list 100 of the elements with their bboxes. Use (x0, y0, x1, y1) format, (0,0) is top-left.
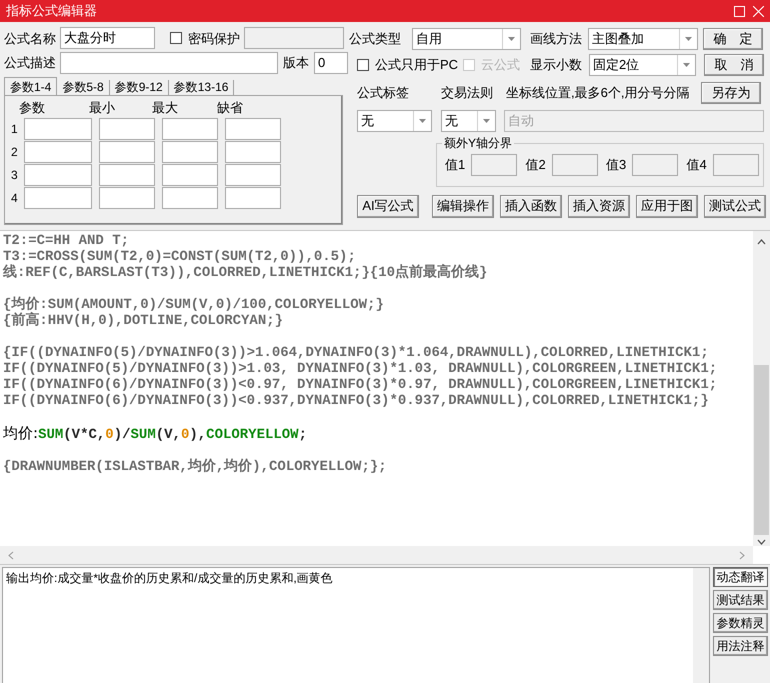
input-field[interactable] (632, 154, 678, 176)
scroll-right-icon[interactable] (739, 550, 745, 560)
code-line: 线:REF(C,BARSLAST(T3)),COLORRED,LINETHICK1;}{10点前最高价线} (3, 265, 488, 281)
field-label: 值2 (526, 156, 546, 174)
dropdown[interactable]: 无 (441, 110, 496, 132)
code-line: {均价:SUM(AMOUNT,0)/SUM(V,0)/100,COLORYELLOW;} (3, 297, 385, 313)
row-number: 3 (11, 167, 17, 184)
window-title: 指标公式编辑器 (6, 2, 98, 20)
input-field[interactable] (24, 118, 92, 140)
code-line: 均价:SUM(V*C,0)/SUM(V,0),COLORYELLOW; (3, 425, 308, 443)
code-line: IF((DYNAINFO(6)/DYNAINFO(3))<0.937,DYNAINFO(3)*0.937,DRAWNULL),COLORRED,LINETHICK1;} (3, 393, 710, 409)
column-header: 参数 (18, 98, 46, 117)
input-field[interactable] (225, 141, 281, 164)
input-field[interactable] (225, 164, 281, 186)
field-label: 交易法则 (441, 84, 494, 102)
input-field[interactable] (99, 118, 155, 140)
input-field[interactable] (24, 187, 92, 210)
input-field[interactable] (471, 154, 517, 176)
input-field[interactable] (162, 187, 218, 210)
button[interactable]: 编辑操作 (432, 194, 494, 218)
button[interactable]: 应用于图 (636, 194, 698, 218)
dropdown[interactable]: 主图叠加 (588, 28, 698, 50)
checkbox-label: 密码保护 (188, 30, 240, 48)
button[interactable]: 插入资源 (568, 194, 630, 218)
checkbox[interactable] (170, 32, 182, 44)
side-tab[interactable]: 用法注释 (713, 636, 768, 656)
field-label: 公式类型 (349, 30, 402, 48)
side-tab[interactable]: 测试结果 (713, 590, 768, 610)
input-field[interactable]: 0 (314, 52, 348, 74)
dropdown[interactable]: 固定2位 (589, 54, 696, 76)
button[interactable]: 测试公式 (704, 194, 766, 218)
field-label: 版本 (283, 54, 310, 72)
scroll-down-icon[interactable] (757, 539, 766, 545)
tab[interactable]: 参数13-16 (168, 80, 234, 95)
code-line: {IF((DYNAINFO(5)/DYNAINFO(3))>1.064,DYNAINFO(3)*1.064,DRAWNULL),COLORRED,LINETHICK1; (3, 345, 710, 361)
tab[interactable]: 参数5-8 (57, 80, 110, 95)
input-field[interactable] (99, 141, 155, 164)
input-field[interactable]: 大盘分时 (60, 27, 155, 50)
button[interactable]: 取 消 (704, 54, 764, 76)
button[interactable]: 确 定 (703, 28, 763, 50)
horizontal-scrollbar[interactable] (0, 546, 753, 564)
tab[interactable]: 参数1-4 (4, 76, 58, 95)
input-field[interactable] (162, 118, 218, 140)
caret-icon (419, 119, 426, 123)
group-title: 额外Y轴分界 (442, 135, 514, 151)
checkbox[interactable] (357, 59, 369, 71)
scroll-left-icon[interactable] (8, 550, 14, 560)
caret-icon (685, 37, 692, 41)
input-field[interactable] (24, 141, 92, 164)
input-field[interactable] (162, 141, 218, 164)
dropdown[interactable]: 无 (357, 110, 432, 132)
side-tab[interactable]: 动态翻译 (713, 567, 768, 587)
vertical-scrollbar[interactable] (753, 231, 770, 546)
scrollbar-thumb[interactable] (754, 365, 769, 535)
code-line: {DRAWNUMBER(ISLASTBAR,均价,均价),COLORYELLOW;}; (3, 459, 388, 475)
button[interactable]: 另存为 (701, 82, 761, 104)
translation-text: 输出均价:成交量*收盘价的历史累和/成交量的历史累和,画黄色 (5, 570, 334, 587)
close-icon[interactable] (753, 6, 764, 16)
input-field[interactable] (60, 52, 278, 74)
maximize-icon[interactable] (734, 6, 745, 16)
column-header: 最小 (89, 98, 116, 117)
side-tab[interactable]: 参数精灵 (713, 613, 768, 633)
scroll-up-icon[interactable] (757, 239, 766, 245)
caret-icon (683, 63, 690, 67)
field-label: 显示小数 (530, 56, 583, 74)
code-line: {前高:HHV(H,0),DOTLINE,COLORCYAN;} (3, 313, 284, 329)
caret-icon (508, 37, 515, 41)
input-field[interactable] (99, 187, 155, 210)
column-header: 缺省 (217, 98, 244, 117)
input-field[interactable] (244, 27, 344, 50)
dropdown[interactable]: 自用 (412, 28, 521, 50)
input-field[interactable] (99, 164, 155, 186)
row-number: 2 (11, 144, 17, 162)
field-label: 值1 (445, 156, 465, 174)
field-label: 值4 (686, 156, 706, 174)
tab[interactable]: 参数9-12 (110, 80, 169, 95)
code-line: T3:=CROSS(SUM(T2,0)=CONST(SUM(T2,0)),0.5); (3, 249, 357, 265)
checkbox-label: 云公式 (481, 56, 520, 74)
button[interactable]: AI写公式 (357, 194, 419, 218)
field-label: 值3 (606, 156, 626, 174)
field-label: 坐标线位置,最多6个,用分号分隔 (506, 84, 690, 102)
row-number: 1 (11, 121, 17, 138)
code-line: T2:=C=HH AND T; (3, 233, 130, 249)
input-field[interactable] (712, 154, 758, 176)
field-label: 画线方法 (530, 30, 583, 48)
caret-icon (483, 119, 490, 123)
field-label: 公式名称 (4, 30, 57, 48)
input-field[interactable] (225, 118, 281, 140)
code-line: IF((DYNAINFO(6)/DYNAINFO(3))<0.97, DYNAINFO(3)*0.97, DRAWNULL),COLORGREEN,LINETHICK1; (3, 377, 718, 393)
button[interactable]: 插入函数 (500, 194, 562, 218)
input-field[interactable] (162, 164, 218, 186)
input-field[interactable] (225, 187, 281, 210)
input-field[interactable] (552, 154, 598, 176)
field-label: 公式描述 (4, 54, 57, 72)
field-label: 公式标签 (357, 84, 410, 102)
input-field[interactable] (24, 164, 92, 186)
code-line: IF((DYNAINFO(5)/DYNAINFO(3))>1.03, DYNAINFO(3)*1.03, DRAWNULL),COLORGREEN,LINETHICK1; (3, 361, 718, 377)
column-header: 最大 (152, 98, 179, 117)
checkbox-label: 公式只用于PC (375, 56, 458, 74)
row-number: 4 (11, 190, 17, 208)
